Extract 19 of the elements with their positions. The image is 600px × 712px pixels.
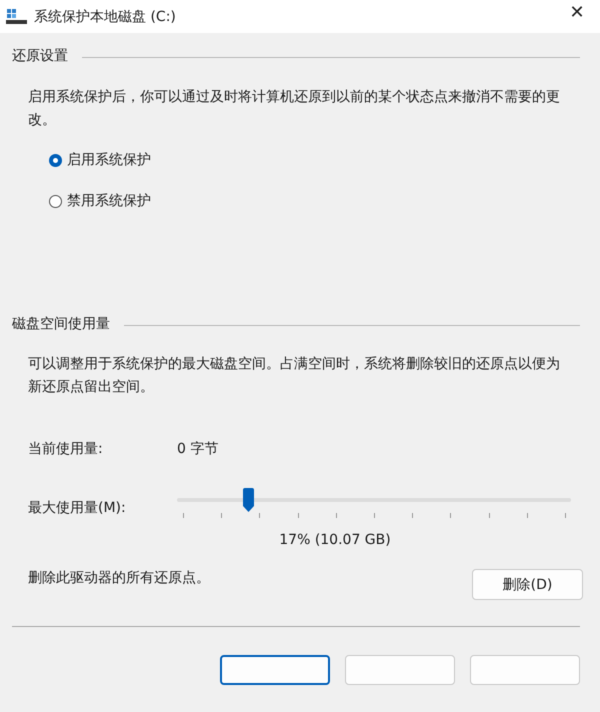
radio-label: 禁用系统保护 [67, 192, 151, 210]
description-text: 启用系统保护后，你可以通过及时将计算机还原到以前的某个状态点来撤消不需要的更改。 [28, 88, 560, 130]
field-value: 0 字节 [177, 440, 218, 458]
delete-button[interactable]: 删除(D) [472, 569, 583, 600]
section-heading: 还原设置 [12, 47, 68, 65]
slider-reading: 17% (10.07 GB) [279, 532, 391, 548]
close-button[interactable]: ✕ [554, 0, 600, 23]
field-label: 当前使用量: [28, 440, 104, 458]
radio-button[interactable] [49, 154, 62, 166]
slider-thumb[interactable] [242, 488, 255, 512]
dialog-button[interactable] [220, 655, 330, 685]
radio-label: 启用系统保护 [67, 151, 151, 169]
window-title: 系统保护本地磁盘 (C:) [34, 8, 177, 26]
field-label: 最大使用量(M): [28, 499, 127, 517]
section-heading: 磁盘空间使用量 [12, 315, 110, 333]
description-text: 可以调整用于系统保护的最大磁盘空间。占满空间时，系统将删除较旧的还原点以便为新还原点留出空间。 [28, 355, 560, 397]
window-app-icon [6, 8, 28, 24]
radio-button[interactable] [49, 194, 62, 208]
delete-description: 删除此驱动器的所有还原点。 [28, 569, 210, 587]
